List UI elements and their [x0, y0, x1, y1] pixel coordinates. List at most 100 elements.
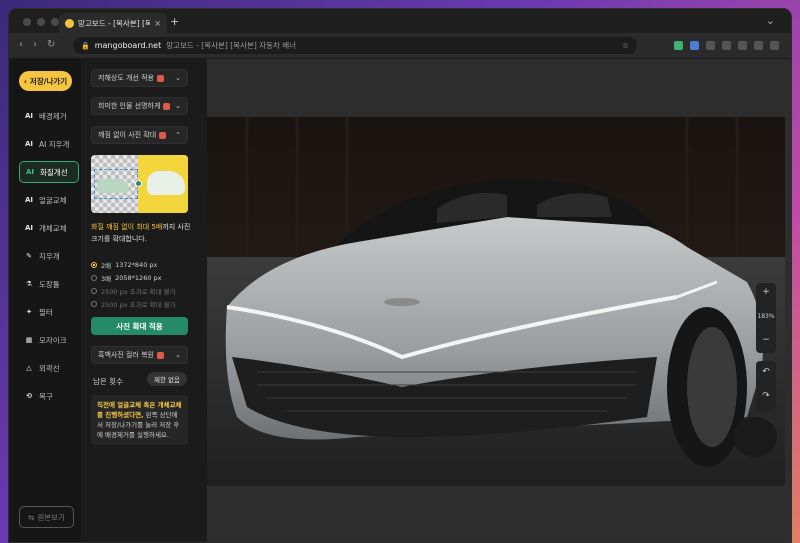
sidebar-item-label: 개체교체: [39, 223, 67, 233]
bookmark-star-icon[interactable]: ☆: [622, 41, 629, 50]
scale-option-5x: 2500 px 초과로 확대 불가: [91, 299, 176, 309]
sidebar-item-filter[interactable]: ✦ 필터: [19, 301, 79, 323]
sidebar-item-label: 화질개선: [40, 167, 68, 177]
option-label: 2배: [101, 262, 112, 270]
sidebar-item-label: 복구: [39, 391, 53, 401]
back-icon[interactable]: ‹: [19, 39, 23, 50]
lock-icon: 🔒: [81, 41, 90, 50]
history-controls: ↶ ↷: [756, 361, 776, 411]
description-highlight: 화질 깨짐 없이 최대 5배: [91, 223, 163, 231]
save-exit-button[interactable]: ‹ 저장/나가기: [19, 71, 72, 91]
new-badge-icon: [163, 102, 171, 110]
dropdown-low-res-enhance[interactable]: 저해상도 개선 적용 ⌄: [91, 69, 188, 87]
tab-strip: 망고보드 - [복사본] [복사본] 자동 × + ⌄: [9, 9, 791, 33]
chevron-up-icon: ⌃: [175, 131, 181, 139]
sidebar-item-label: 필터: [39, 307, 53, 317]
sidebar-item-label: 모자이크: [39, 335, 67, 345]
new-badge-icon: [156, 351, 164, 359]
dropdown-label: 깨짐 없이 사진 확대: [98, 131, 157, 139]
extensions-bar: [674, 41, 779, 50]
browser-window: 망고보드 - [복사본] [복사본] 자동 × + ⌄ ‹ › ↻ 🔒 mang…: [8, 8, 792, 543]
sidebar-item-label: 지우개: [39, 251, 60, 261]
extension-icon[interactable]: [706, 41, 715, 50]
eraser-icon: ✎: [26, 252, 32, 260]
chevron-left-icon: ‹: [23, 76, 27, 86]
download-icon[interactable]: [738, 41, 747, 50]
original-view-label: 원본보기: [37, 512, 65, 522]
extension-icon[interactable]: [722, 41, 731, 50]
zoom-level: 183%: [757, 313, 775, 320]
remaining-count-badge: 제한 없음: [147, 372, 187, 386]
sidebar-item-eraser[interactable]: ✎ 지우개: [19, 245, 79, 267]
car-photo[interactable]: [207, 117, 785, 486]
undo-icon[interactable]: ↶: [756, 367, 776, 377]
new-badge-icon: [159, 131, 167, 139]
dropdown-upscale-photo[interactable]: 깨짐 없이 사진 확대 ⌃: [91, 126, 188, 144]
reload-icon[interactable]: ↻: [47, 39, 55, 50]
ai-icon: AI: [24, 112, 34, 120]
sidebar-item-stamp-tool[interactable]: ⚗ 도장툴: [19, 273, 79, 295]
sidebar-item-ai-eraser[interactable]: AI AI 지우개: [19, 133, 79, 155]
sidebar-item-label: 얼굴교체: [39, 195, 67, 205]
sidebar-item-label: AI 지우개: [39, 139, 70, 149]
sidebar-item-restore[interactable]: ⟲ 복구: [19, 385, 79, 407]
scale-option-2x[interactable]: 2배 1372*840 px: [91, 260, 157, 270]
filter-icon: ✦: [26, 308, 32, 316]
new-tab-button[interactable]: +: [170, 16, 179, 27]
redo-icon[interactable]: ↷: [756, 391, 776, 401]
nav-buttons: ‹ › ↻: [19, 39, 55, 50]
option-size: 1372*840 px: [115, 261, 158, 269]
scale-option-3x[interactable]: 3배 2058*1260 px: [91, 273, 162, 283]
tab-title: 망고보드 - [복사본] [복사본] 자동: [78, 18, 150, 28]
ai-icon: AI: [25, 168, 35, 176]
sidebar-item-enhance-quality[interactable]: AI 화질개선: [19, 161, 79, 183]
close-window-icon[interactable]: [23, 18, 31, 26]
dropdown-label: 희미한 인물 선명하게: [98, 102, 161, 110]
dropdown-colorize-bw[interactable]: 흑백사진 컬러 복원 ⌄: [91, 346, 188, 364]
minimize-window-icon[interactable]: [37, 18, 45, 26]
sidebar-item-outline[interactable]: △ 외곽선: [19, 357, 79, 379]
upscale-description: 화질 깨짐 없이 최대 5배까지 사진 크기를 확대합니다.: [91, 221, 191, 245]
browser-tab[interactable]: 망고보드 - [복사본] [복사본] 자동 ×: [59, 13, 167, 33]
menu-icon[interactable]: [770, 41, 779, 50]
sidebar-item-remove-background[interactable]: AI 배경제거: [19, 105, 79, 127]
editor-canvas[interactable]: [207, 59, 791, 542]
restore-icon: ⟲: [26, 392, 32, 400]
sidebar-item-object-swap[interactable]: AI 개체교체: [19, 217, 79, 239]
zoom-controls: + 183% −: [756, 283, 776, 353]
ai-icon: AI: [24, 224, 34, 232]
profile-avatar-icon[interactable]: [754, 41, 763, 50]
url-path: 망고보드 - [복사본] [복사본] 자동차 배너: [166, 41, 297, 50]
sidebar-item-mosaic[interactable]: ▦ 모자이크: [19, 329, 79, 351]
chevron-down-icon: ⌄: [175, 351, 181, 359]
dropdown-label: 저해상도 개선 적용: [98, 74, 154, 82]
editor-app: ‹ 저장/나가기 AI 배경제거 AI AI 지우개 AI 화질개선 AI 얼굴…: [9, 59, 791, 542]
ai-icon: AI: [24, 140, 34, 148]
address-bar[interactable]: 🔒 mangoboard.net 망고보드 - [복사본] [복사본] 자동차 …: [73, 37, 637, 54]
tab-search-chevron-icon[interactable]: ⌄: [766, 14, 775, 27]
save-exit-label: 저장/나가기: [29, 76, 68, 86]
zoom-out-button[interactable]: −: [756, 335, 776, 345]
chevron-down-icon: ⌄: [175, 102, 181, 110]
original-view-button[interactable]: ⇆ 원본보기: [19, 506, 74, 528]
dropdown-label: 흑백사진 컬러 복원: [98, 351, 154, 359]
sidebar-item-face-swap[interactable]: AI 얼굴교체: [19, 189, 79, 211]
extension-icon[interactable]: [674, 41, 683, 50]
sidebar-item-label: 배경제거: [39, 111, 67, 121]
upscale-preview-image: [91, 155, 188, 213]
radio-disabled-icon: [91, 288, 97, 294]
forward-icon[interactable]: ›: [33, 39, 37, 50]
apply-upscale-button[interactable]: 사진 확대 적용: [91, 317, 188, 335]
maximize-window-icon[interactable]: [51, 18, 59, 26]
dropdown-sharpen-portrait[interactable]: 희미한 인물 선명하게 ⌄: [91, 97, 188, 115]
zoom-in-button[interactable]: +: [756, 287, 776, 297]
stamp-icon: ⚗: [25, 280, 33, 288]
tab-close-icon[interactable]: ×: [154, 19, 161, 28]
mango-favicon-icon: [65, 18, 74, 28]
radio-icon: [91, 275, 97, 281]
tool-sidebar: ‹ 저장/나가기 AI 배경제거 AI AI 지우개 AI 화질개선 AI 얼굴…: [9, 59, 81, 542]
extension-icon[interactable]: [690, 41, 699, 50]
browser-toolbar: ‹ › ↻ 🔒 mangoboard.net 망고보드 - [복사본] [복사본…: [9, 33, 791, 59]
mosaic-icon: ▦: [25, 336, 33, 344]
ai-icon: AI: [24, 196, 34, 204]
